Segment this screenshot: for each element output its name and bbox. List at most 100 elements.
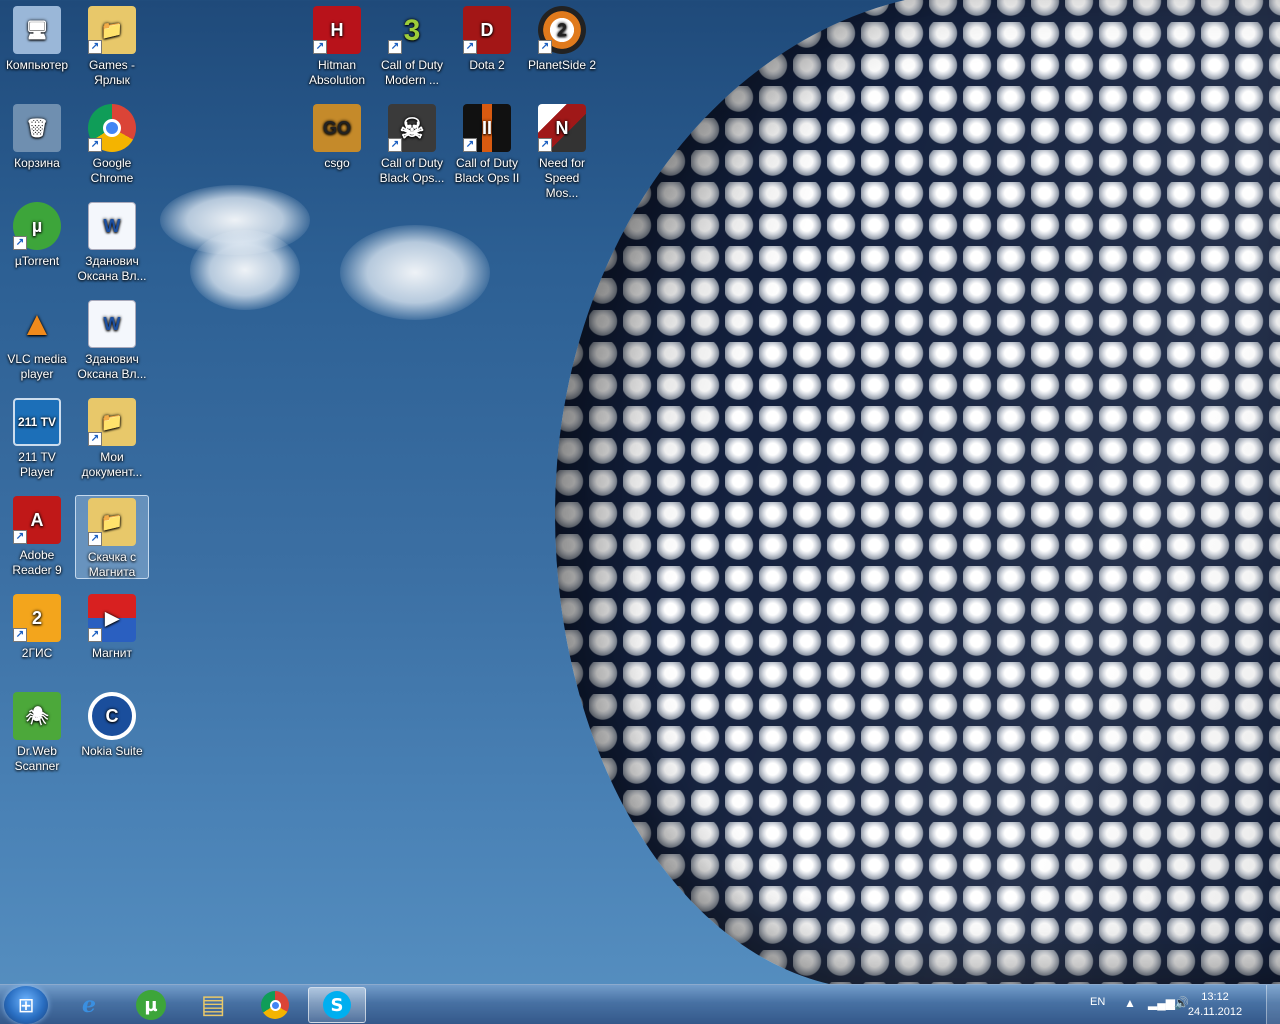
desktop-icon-doc2[interactable]: W Зданович Оксана Вл...: [75, 294, 149, 384]
desktop-icon-skachka[interactable]: 📁 ↗ Скачка с Магнита: [75, 495, 149, 579]
taskbar-internet-explorer[interactable]: e: [60, 987, 118, 1023]
desktop-icon-211tv[interactable]: 211 TV 211 TV Player: [0, 392, 74, 482]
cod-black-ops-2-icon: II ↗: [463, 104, 511, 152]
chrome-icon: ↗: [88, 104, 136, 152]
folder-icon: 📁 ↗: [88, 6, 136, 54]
desktop-icon-nfs[interactable]: N ↗ Need for Speed Mos...: [525, 98, 599, 200]
chrome-icon: [261, 991, 289, 1019]
language-indicator[interactable]: EN: [1090, 996, 1105, 1008]
shortcut-arrow-icon: ↗: [13, 530, 27, 544]
vlc-cone-icon: ▲: [20, 304, 54, 343]
cloud: [190, 230, 300, 310]
utorrent-icon: µ ↗: [13, 202, 61, 250]
taskbar: ⊞ e µ ▤ S EN ▲ ▂▄▆ 🔊 13:12 24.11.2012: [0, 984, 1280, 1024]
desktop-icon-csgo[interactable]: GO csgo: [300, 98, 374, 188]
start-button[interactable]: ⊞: [4, 986, 48, 1024]
folder-icon: ▤: [200, 990, 226, 1020]
cod-modern-warfare-icon: 3 ↗: [388, 6, 436, 54]
shortcut-arrow-icon: ↗: [538, 138, 552, 152]
desktop-icon-cod-bo2[interactable]: II ↗ Call of Duty Black Ops II: [450, 98, 524, 188]
desktop-icon-label: Nokia Suite: [81, 744, 143, 758]
shortcut-arrow-icon: ↗: [538, 40, 552, 54]
desktop-icon-nokia-suite[interactable]: C Nokia Suite: [75, 686, 149, 776]
word-document-icon: W: [88, 202, 136, 250]
folder-icon: 📁 ↗: [88, 498, 136, 546]
nokia-suite-icon: C: [88, 692, 136, 740]
shortcut-arrow-icon: ↗: [88, 138, 102, 152]
clock-time: 13:12: [1201, 991, 1229, 1003]
show-desktop-button[interactable]: [1266, 985, 1280, 1024]
desktop-icon-label: csgo: [324, 156, 350, 170]
desktop-icon-label: Мои документ...: [81, 450, 143, 479]
clock[interactable]: 13:12 24.11.2012: [1180, 990, 1250, 1020]
desktop-icon-label: PlanetSide 2: [527, 58, 597, 72]
desktop-icon-label: Adobe Reader 9: [12, 548, 62, 577]
desktop-icon-planetside2[interactable]: 2 ↗ PlanetSide 2: [525, 0, 599, 90]
desktop-icon-computer[interactable]: 🖥 Компьютер: [0, 0, 74, 90]
desktop-icon-label: 211 TV Player: [18, 450, 56, 479]
desktop-icon-label: 2ГИС: [21, 646, 53, 660]
shortcut-arrow-icon: ↗: [13, 236, 27, 250]
shortcut-arrow-icon: ↗: [388, 40, 402, 54]
selfridges-building: [555, 0, 1280, 984]
desktop-icon-2gis[interactable]: 2 ↗ 2ГИС: [0, 588, 74, 678]
desktop-icon-dota2[interactable]: D ↗ Dota 2: [450, 0, 524, 90]
dota2-icon: D ↗: [463, 6, 511, 54]
shortcut-arrow-icon: ↗: [13, 628, 27, 642]
planetside2-icon: 2 ↗: [538, 6, 586, 54]
shortcut-arrow-icon: ↗: [88, 432, 102, 446]
adobe-reader-icon: A ↗: [13, 496, 61, 544]
desktop-icon-label: Скачка с Магнита: [87, 550, 137, 579]
2gis-map-icon: 2 ↗: [13, 594, 61, 642]
desktop-icon-google-chrome[interactable]: ↗ Google Chrome: [75, 98, 149, 188]
magnit-icon: ▶ ↗: [88, 594, 136, 642]
taskbar-chrome[interactable]: [246, 987, 304, 1023]
shortcut-arrow-icon: ↗: [463, 40, 477, 54]
taskbar-explorer[interactable]: ▤: [184, 987, 242, 1023]
desktop-icon-label: Games - Ярлык: [88, 58, 135, 87]
word-document-icon: W: [88, 300, 136, 348]
desktop-icon-label: Компьютер: [5, 58, 69, 72]
desktop-icon-hitman[interactable]: H ↗ Hitman Absolution: [300, 0, 374, 90]
desktop-icon-label: Магнит: [91, 646, 132, 660]
computer-icon: 🖥: [13, 6, 61, 54]
desktop-icon-cod-bo[interactable]: ☠ ↗ Call of Duty Black Ops...: [375, 98, 449, 188]
desktop-wallpaper: [0, 0, 1280, 984]
utorrent-icon: µ: [136, 990, 166, 1020]
desktop-icon-utorrent[interactable]: µ ↗ µTorrent: [0, 196, 74, 286]
shortcut-arrow-icon: ↗: [388, 138, 402, 152]
desktop-icon-label: Need for Speed Mos...: [538, 156, 586, 200]
desktop-icon-magnit[interactable]: ▶ ↗ Магнит: [75, 588, 149, 678]
desktop-icon-vlc[interactable]: ▲ VLC media player: [0, 294, 74, 384]
desktop-icon-label: Hitman Absolution: [308, 58, 366, 87]
shortcut-arrow-icon: ↗: [88, 628, 102, 642]
taskbar-utorrent[interactable]: µ: [122, 987, 180, 1023]
desktop-icon-doc1[interactable]: W Зданович Оксана Вл...: [75, 196, 149, 286]
desktop-icon-my-documents[interactable]: 📁 ↗ Мои документ...: [75, 392, 149, 482]
desktop-icon-label: Call of Duty Modern ...: [380, 58, 444, 87]
cod-black-ops-skull-icon: ☠ ↗: [388, 104, 436, 152]
desktop-icon-label: VLC media player: [7, 352, 67, 381]
desktop-icon-label: Call of Duty Black Ops...: [379, 156, 445, 185]
desktop-icon-label: Dota 2: [469, 58, 505, 72]
desktop-icon-cod-mw[interactable]: 3 ↗ Call of Duty Modern ...: [375, 0, 449, 90]
desktop-icon-label: Google Chrome: [90, 156, 134, 185]
need-for-speed-icon: N ↗: [538, 104, 586, 152]
recycle-bin-icon: 🗑: [13, 104, 61, 152]
desktop-icon-drweb[interactable]: 🕷 Dr.Web Scanner: [0, 686, 74, 776]
taskbar-skype[interactable]: S: [308, 987, 366, 1023]
windows-logo-icon: ⊞: [17, 993, 35, 1017]
shortcut-arrow-icon: ↗: [88, 532, 102, 546]
desktop-icon-adobe-reader[interactable]: A ↗ Adobe Reader 9: [0, 490, 74, 580]
desktop-icon-games[interactable]: 📁 ↗ Games - Ярлык: [75, 0, 149, 90]
desktop-icon-label: Корзина: [14, 156, 60, 170]
drweb-spider-icon: 🕷: [13, 692, 61, 740]
show-hidden-icons-icon[interactable]: ▲: [1124, 996, 1136, 1010]
desktop-icon-label: Dr.Web Scanner: [14, 744, 60, 773]
network-signal-icon[interactable]: ▂▄▆: [1148, 996, 1175, 1010]
csgo-icon: GO: [313, 104, 361, 152]
cloud: [340, 225, 490, 320]
shortcut-arrow-icon: ↗: [88, 40, 102, 54]
shortcut-arrow-icon: ↗: [313, 40, 327, 54]
desktop-icon-recycle-bin[interactable]: 🗑 Корзина: [0, 98, 74, 188]
